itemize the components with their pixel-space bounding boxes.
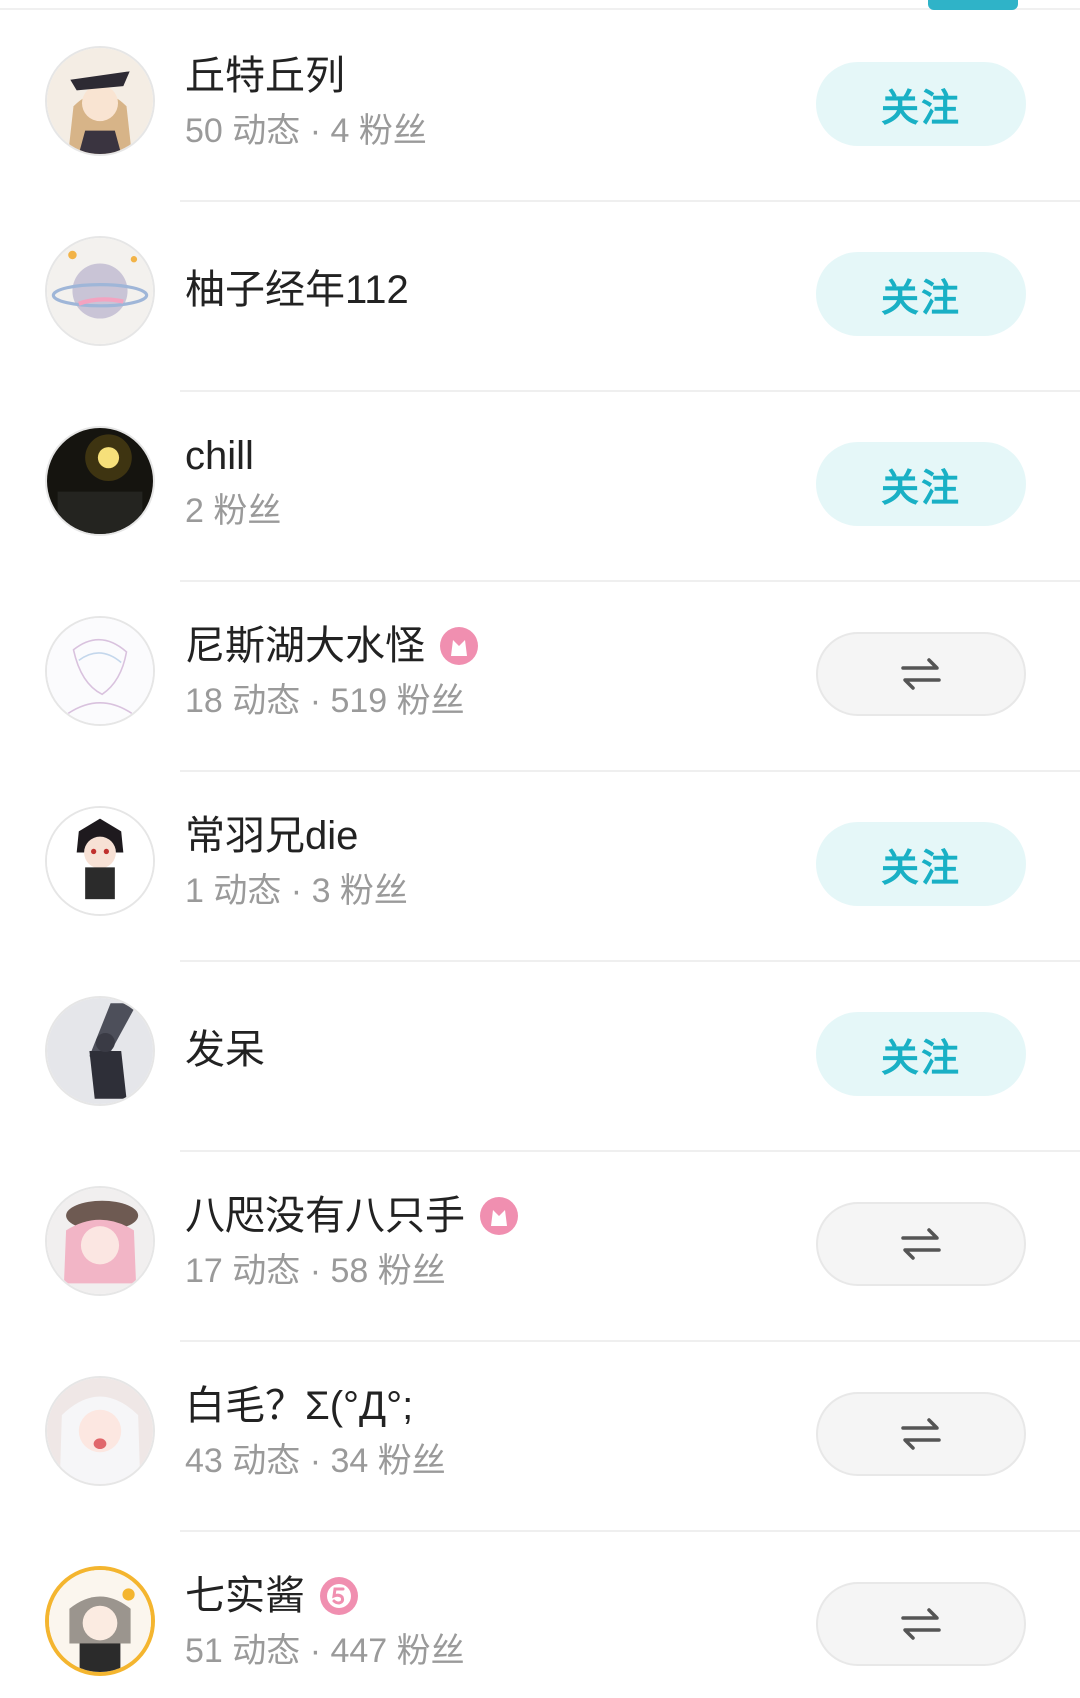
- avatar[interactable]: [45, 1186, 155, 1296]
- name-line: 七实酱: [185, 1568, 359, 1624]
- avatar[interactable]: [45, 1566, 155, 1676]
- mutual-follow-button[interactable]: [816, 1202, 1026, 1286]
- follow-button-label: 关注: [880, 277, 961, 320]
- user-row[interactable]: 尼斯湖大水怪 18 动态 · 519 粉丝: [0, 582, 1080, 772]
- avatar[interactable]: [45, 46, 155, 156]
- user-row[interactable]: 八咫没有八只手 17 动态 · 58 粉丝: [0, 1152, 1080, 1342]
- user-stats: 1 动态 · 3 粉丝: [185, 872, 408, 910]
- user-stats: 50 动态 · 4 粉丝: [185, 112, 427, 150]
- anime-girl-hat-avatar: [47, 48, 153, 154]
- follow-button-label: 关注: [880, 847, 961, 890]
- follow-button-label: 关注: [880, 467, 961, 510]
- name-line: 发呆: [185, 1022, 265, 1078]
- avatar[interactable]: [45, 426, 155, 536]
- follow-button[interactable]: 关注: [816, 1012, 1026, 1096]
- follow-button-label: 关注: [880, 87, 961, 130]
- avatar[interactable]: [45, 996, 155, 1106]
- level-5-badge-icon: [319, 1576, 359, 1616]
- avatar[interactable]: [45, 1376, 155, 1486]
- mutual-follow-button[interactable]: [816, 632, 1026, 716]
- user-stats: 51 动态 · 447 粉丝: [185, 1632, 465, 1670]
- user-row[interactable]: 常羽兄die 1 动态 · 3 粉丝 关注: [0, 772, 1080, 962]
- mutual-follow-icon: [901, 658, 941, 690]
- user-row[interactable]: 丘特丘列 50 动态 · 4 粉丝 关注: [0, 12, 1080, 202]
- name-line: 尼斯湖大水怪: [185, 618, 479, 674]
- follow-button-label: 关注: [880, 1037, 961, 1080]
- gold-frame-avatar: [49, 1570, 151, 1672]
- user-name[interactable]: 柚子经年112: [185, 270, 409, 310]
- name-line: 丘特丘列: [185, 48, 345, 104]
- mutual-follow-icon: [901, 1228, 941, 1260]
- user-stats: 17 动态 · 58 粉丝: [185, 1252, 446, 1290]
- name-line: chill: [185, 428, 254, 484]
- sketch-avatar: [47, 618, 153, 724]
- user-name[interactable]: chill: [185, 436, 254, 476]
- avatar[interactable]: [45, 806, 155, 916]
- follow-button[interactable]: 关注: [816, 822, 1026, 906]
- user-stats: 2 粉丝: [185, 492, 282, 530]
- user-stats: 43 动态 · 34 粉丝: [185, 1442, 446, 1480]
- white-hair-avatar: [47, 1378, 153, 1484]
- street-lamp-avatar: [47, 428, 153, 534]
- user-row[interactable]: 柚子经年112 关注: [0, 202, 1080, 392]
- planet-avatar: [47, 238, 153, 344]
- 2021-badge-icon: [479, 1196, 519, 1236]
- user-name[interactable]: 白毛？Σ(°Д°;: [185, 1386, 413, 1426]
- name-line: 八咫没有八只手: [185, 1188, 519, 1244]
- user-list: 丘特丘列 50 动态 · 4 粉丝 关注 柚子经年112 关注 chill 2 …: [0, 12, 1080, 1698]
- follow-button[interactable]: 关注: [816, 442, 1026, 526]
- name-line: 柚子经年112: [185, 262, 409, 318]
- top-divider: [0, 8, 1080, 10]
- mech-avatar: [47, 998, 153, 1104]
- user-name[interactable]: 八咫没有八只手: [185, 1196, 465, 1236]
- mutual-follow-icon: [901, 1418, 941, 1450]
- user-stats: 18 动态 · 519 粉丝: [185, 682, 465, 720]
- user-row[interactable]: chill 2 粉丝 关注: [0, 392, 1080, 582]
- chibi-avatar: [47, 808, 153, 914]
- user-row[interactable]: 白毛？Σ(°Д°; 43 动态 · 34 粉丝: [0, 1342, 1080, 1532]
- user-name[interactable]: 发呆: [185, 1030, 265, 1070]
- name-line: 白毛？Σ(°Д°;: [185, 1378, 413, 1434]
- mutual-follow-icon: [901, 1608, 941, 1640]
- avatar[interactable]: [45, 236, 155, 346]
- name-line: 常羽兄die: [185, 808, 358, 864]
- active-tab-indicator: [928, 0, 1018, 10]
- user-name[interactable]: 丘特丘列: [185, 56, 345, 96]
- follow-button[interactable]: 关注: [816, 252, 1026, 336]
- user-row[interactable]: 七实酱 51 动态 · 447 粉丝: [0, 1532, 1080, 1698]
- mutual-follow-button[interactable]: [816, 1582, 1026, 1666]
- user-name[interactable]: 尼斯湖大水怪: [185, 626, 425, 666]
- user-row[interactable]: 发呆 关注: [0, 962, 1080, 1152]
- avatar[interactable]: [45, 616, 155, 726]
- 2021-badge-icon: [439, 626, 479, 666]
- user-name[interactable]: 七实酱: [185, 1576, 305, 1616]
- follow-button[interactable]: 关注: [816, 62, 1026, 146]
- mutual-follow-button[interactable]: [816, 1392, 1026, 1476]
- user-name[interactable]: 常羽兄die: [185, 816, 358, 856]
- pink-hair-avatar: [47, 1188, 153, 1294]
